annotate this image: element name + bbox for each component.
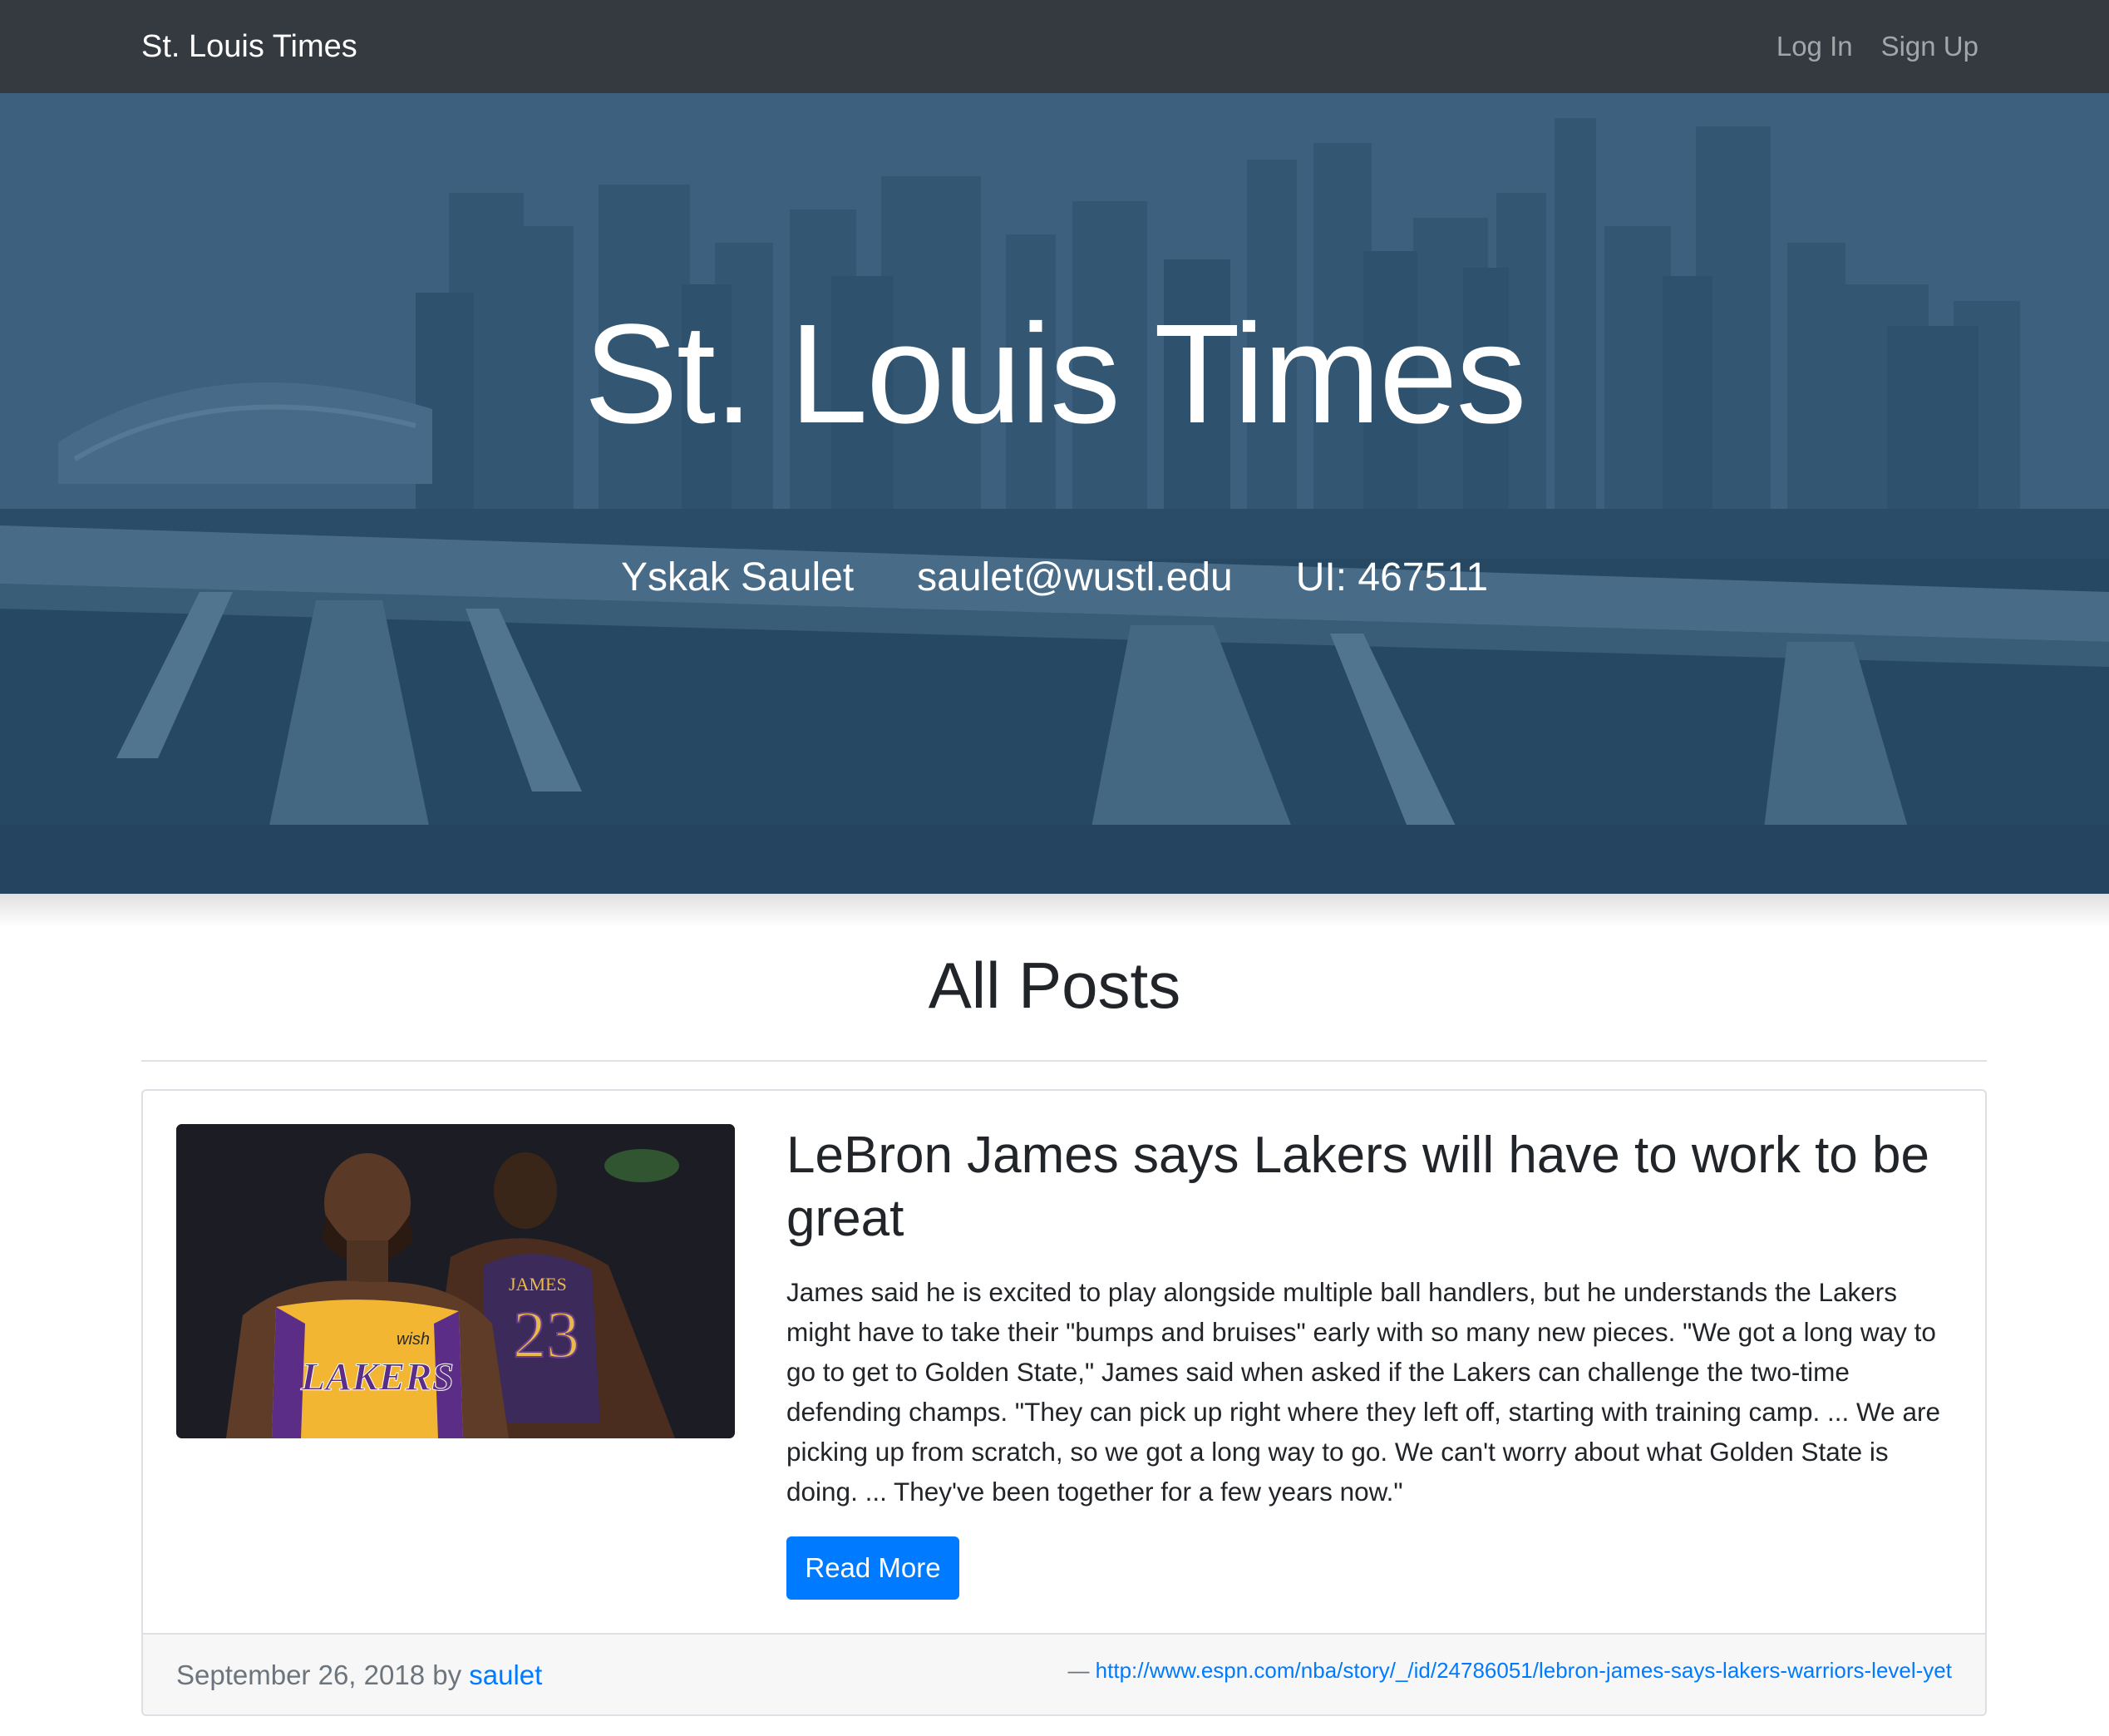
hero-author-info: Yskak Saulet saulet@wustl.edu UI: 467511 — [0, 555, 2109, 600]
hero-tint-overlay — [0, 93, 2109, 894]
hero-shadow — [0, 894, 2109, 927]
navbar-brand[interactable]: St. Louis Times — [141, 29, 357, 65]
login-link[interactable]: Log In — [1776, 31, 1853, 62]
post-excerpt: James said he is excited to play alongsi… — [786, 1277, 1940, 1507]
back-jersey-name: JAMES — [509, 1274, 567, 1295]
all-posts-heading: All Posts — [928, 949, 1181, 1022]
post-source: — http://www.espn.com/nba/story/_/id/247… — [1067, 1658, 1952, 1684]
navbar-links: Log In Sign Up — [1776, 31, 1978, 62]
post-thumbnail[interactable]: JAMES 23 wish LAKERS — [176, 1124, 735, 1438]
post-title[interactable]: LeBron James says Lakers will have to wo… — [786, 1124, 1950, 1250]
author-email: saulet@wustl.edu — [917, 555, 1233, 599]
back-jersey-number: 23 — [513, 1299, 579, 1372]
top-navbar: St. Louis Times Log In Sign Up — [0, 0, 2109, 93]
jersey-team: LAKERS — [300, 1355, 454, 1399]
post-meta: September 26, 2018 by saulet — [176, 1660, 542, 1691]
signup-link[interactable]: Sign Up — [1881, 31, 1978, 62]
post-author-link[interactable]: saulet — [469, 1660, 542, 1690]
post-card: JAMES 23 wish LAKERS LeBron James says L… — [141, 1089, 1987, 1716]
post-date: September 26, 2018 by — [176, 1660, 470, 1690]
hero-title: St. Louis Times — [584, 295, 1526, 453]
author-name: Yskak Saulet — [620, 555, 855, 599]
author-ui-id: UI: 467511 — [1295, 555, 1489, 599]
hero-banner: St. Louis Times Yskak Saulet saulet@wust… — [0, 93, 2109, 894]
source-url-link[interactable]: http://www.espn.com/nba/story/_/id/24786… — [1096, 1658, 1952, 1683]
jersey-sponsor: wish — [397, 1330, 430, 1349]
source-dash: — — [1067, 1658, 1096, 1683]
post-footer: September 26, 2018 by saulet — http://ww… — [143, 1633, 1985, 1714]
read-more-button[interactable]: Read More — [786, 1536, 959, 1600]
lebron-photo-image: JAMES 23 wish LAKERS — [176, 1124, 735, 1438]
section-divider — [141, 1060, 1987, 1062]
